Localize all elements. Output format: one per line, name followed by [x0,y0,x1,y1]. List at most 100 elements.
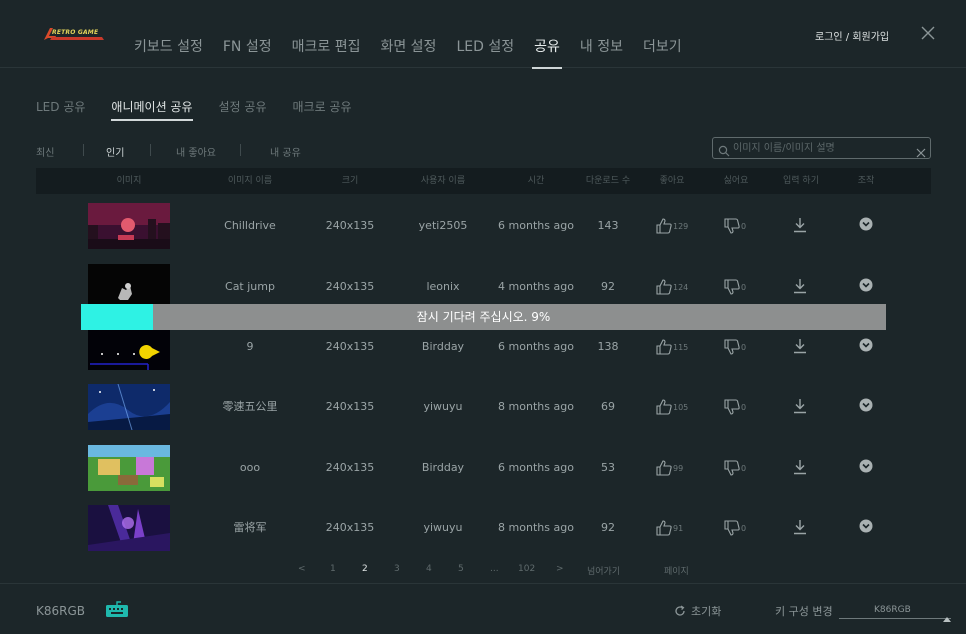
cell-downloads: 69 [601,400,615,413]
pagination-page[interactable]: 2 [362,564,368,574]
like-count: 124 [673,282,689,292]
options-dropdown-icon[interactable] [859,277,873,292]
animation-thumbnail[interactable] [88,203,170,249]
pagination-page[interactable]: 102 [518,564,535,574]
column-header: 이미지 [116,176,142,186]
dislike-button[interactable]: 0 [724,458,746,478]
nav-item[interactable]: 공유 [532,36,562,69]
share-tab[interactable]: LED 공유 [36,98,85,115]
dislike-button[interactable]: 0 [724,277,746,297]
cell-size: 240x135 [325,219,375,232]
dislike-button[interactable]: 0 [724,337,746,357]
download-icon[interactable] [793,459,807,475]
goto-page-button[interactable]: 넘어가기 [587,564,620,577]
dislike-count: 0 [741,523,747,533]
like-button[interactable]: 91 [656,518,683,538]
clear-search-icon[interactable] [916,143,926,158]
animation-thumbnail[interactable] [88,324,170,370]
pagination-page[interactable]: 4 [426,564,432,574]
reset-label: 초기화 [691,605,722,618]
filter-divider [83,144,84,156]
download-icon[interactable] [793,398,807,414]
thumbs-down-icon [724,279,740,295]
like-count: 115 [673,342,689,352]
share-tab[interactable]: 매크로 공유 [293,98,352,115]
nav-item[interactable]: 더보기 [643,36,682,56]
like-button[interactable]: 105 [656,397,688,417]
close-icon[interactable] [920,25,936,41]
download-icon[interactable] [793,338,807,354]
cell-size: 240x135 [325,461,375,474]
dislike-count: 0 [741,221,747,231]
caret-up-icon [943,607,951,622]
cell-downloads: 92 [601,521,615,534]
page-input-label[interactable]: 페이지 [664,564,689,577]
nav-item[interactable]: 키보드 설정 [134,36,203,56]
filter-option[interactable]: 내 좋아요 [176,144,216,159]
cell-size: 240x135 [325,521,375,534]
column-header: 이미지 이름 [227,176,273,186]
pagination-next[interactable]: > [556,564,564,574]
key-config-label: 키 구성 변경 [775,605,833,618]
like-button[interactable]: 124 [656,277,688,297]
progress-text: 잠시 기다려 주십시오. 9% [416,310,551,324]
nav-item[interactable]: 매크로 편집 [292,36,361,56]
nav-item[interactable]: LED 설정 [456,36,514,56]
download-icon[interactable] [793,217,807,233]
dislike-button[interactable]: 0 [724,216,746,236]
download-icon[interactable] [793,519,807,535]
table-header: 이미지 이미지 이름 크기 사용자 이름 시간 다운로드 수 좋아요 싫어요 입력 하기 조작 [36,168,931,194]
column-header: 조작 [857,176,875,186]
cell-user: yeti2505 [418,219,468,232]
nav-item[interactable]: FN 설정 [223,36,272,56]
animation-thumbnail[interactable] [88,384,170,430]
reset-button[interactable]: 초기화 [674,603,721,619]
key-config-select[interactable]: K86RGB [839,601,951,622]
pagination: <1 2 3 4 5... 102 > 넘어가기 페이지 [0,564,966,577]
thumbs-up-icon [656,460,672,476]
like-button[interactable]: 129 [656,216,688,236]
pagination-page[interactable]: 5 [458,564,464,574]
dislike-count: 0 [741,342,747,352]
options-dropdown-icon[interactable] [859,216,873,231]
download-icon[interactable] [793,278,807,294]
dislike-count: 0 [741,402,747,412]
refresh-icon [675,605,685,616]
search-icon [718,142,730,157]
column-header: 크기 [341,176,359,186]
filter-option[interactable]: 내 공유 [270,144,301,159]
thumbs-up-icon [656,399,672,415]
dislike-button[interactable]: 0 [724,397,746,417]
options-dropdown-icon[interactable] [859,458,873,473]
keyboard-icon[interactable] [105,600,129,618]
like-button[interactable]: 115 [656,337,688,357]
search-box [712,137,931,159]
cell-name: 零速五公里 [222,400,278,413]
like-count: 91 [673,523,684,533]
pagination-page[interactable]: 3 [394,564,400,574]
animation-thumbnail[interactable] [88,505,170,551]
dislike-button[interactable]: 0 [724,518,746,538]
search-input[interactable] [733,140,913,156]
nav-item[interactable]: 내 정보 [580,36,623,56]
filter-option[interactable]: 인기 [106,144,124,159]
thumbs-down-icon [724,520,740,536]
share-tab[interactable]: 설정 공유 [219,98,267,115]
key-config-value: K86RGB [874,605,911,615]
brand-logo: RETRO GAME [42,26,106,42]
options-dropdown-icon[interactable] [859,518,873,533]
animation-thumbnail[interactable] [88,445,170,491]
share-tab[interactable]: 애니메이션 공유 [111,98,193,121]
login-link[interactable]: 로그인 / 회원가입 [815,28,889,43]
options-dropdown-icon[interactable] [859,337,873,352]
like-button[interactable]: 99 [656,458,683,478]
thumbs-up-icon [656,520,672,536]
cell-name: 雷将军 [233,521,267,534]
filter-option[interactable]: 최신 [36,144,54,159]
pagination-prev[interactable]: < [298,564,306,574]
nav-item[interactable]: 화면 설정 [380,36,436,56]
thumbs-up-icon [656,218,672,234]
device-model: K86RGB [36,604,86,618]
options-dropdown-icon[interactable] [859,397,873,412]
pagination-page[interactable]: 1 [330,564,336,574]
